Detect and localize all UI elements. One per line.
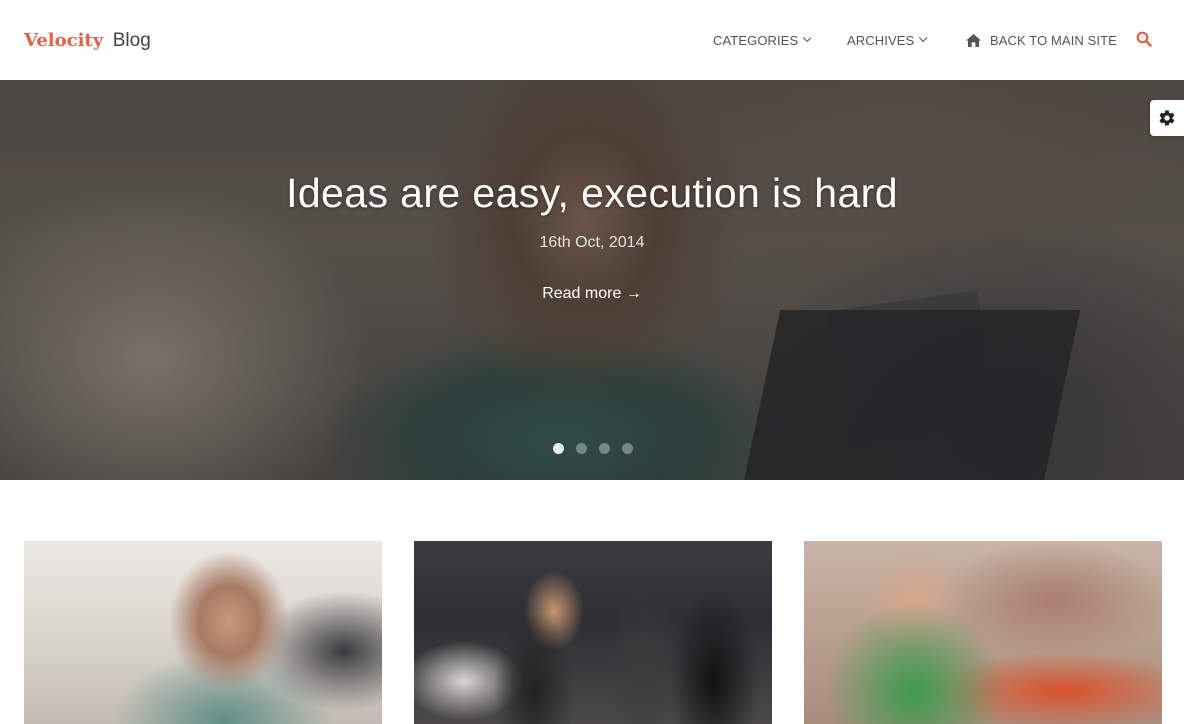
chevron-down-icon xyxy=(919,33,928,43)
logo-brand: Velocity xyxy=(24,30,104,51)
post-card-image xyxy=(804,541,1162,724)
post-card[interactable] xyxy=(804,541,1162,724)
slider-dot-4[interactable] xyxy=(622,443,633,454)
logo[interactable]: Velocity Blog xyxy=(24,28,151,53)
post-card[interactable] xyxy=(24,541,382,724)
hero-title: Ideas are easy, execution is hard xyxy=(286,170,898,216)
nav-archives-label: ARCHIVES xyxy=(847,32,915,48)
hero-date: 16th Oct, 2014 xyxy=(539,234,645,251)
slider-dot-2[interactable] xyxy=(576,443,587,454)
nav-categories-dropdown[interactable]: CATEGORIES xyxy=(713,0,812,80)
nav-categories-label: CATEGORIES xyxy=(713,32,799,48)
post-card[interactable] xyxy=(414,541,772,724)
hero-overlay xyxy=(0,80,1184,480)
chevron-down-icon xyxy=(803,33,812,43)
nav-back-label: BACK TO MAIN SITE xyxy=(990,32,1117,48)
gear-icon xyxy=(1159,110,1175,126)
nav-archives-dropdown[interactable]: ARCHIVES xyxy=(847,0,928,80)
post-card-image xyxy=(414,541,772,724)
slider-dot-3[interactable] xyxy=(599,443,610,454)
logo-suffix: Blog xyxy=(112,30,151,51)
read-more-link[interactable]: Read more → xyxy=(542,285,642,302)
slider-pagination xyxy=(553,443,633,454)
nav-back-to-main-site[interactable]: BACK TO MAIN SITE xyxy=(966,0,1117,80)
home-icon xyxy=(966,33,981,47)
post-card-image xyxy=(24,541,382,724)
site-header: Velocity Blog CATEGORIES ARCHIVES BACK T… xyxy=(0,0,1184,80)
slider-dot-1[interactable] xyxy=(553,443,564,454)
hero-slider: Ideas are easy, execution is hard 16th O… xyxy=(0,80,1184,480)
search-icon[interactable] xyxy=(1136,31,1152,47)
settings-toggle[interactable] xyxy=(1150,100,1184,136)
